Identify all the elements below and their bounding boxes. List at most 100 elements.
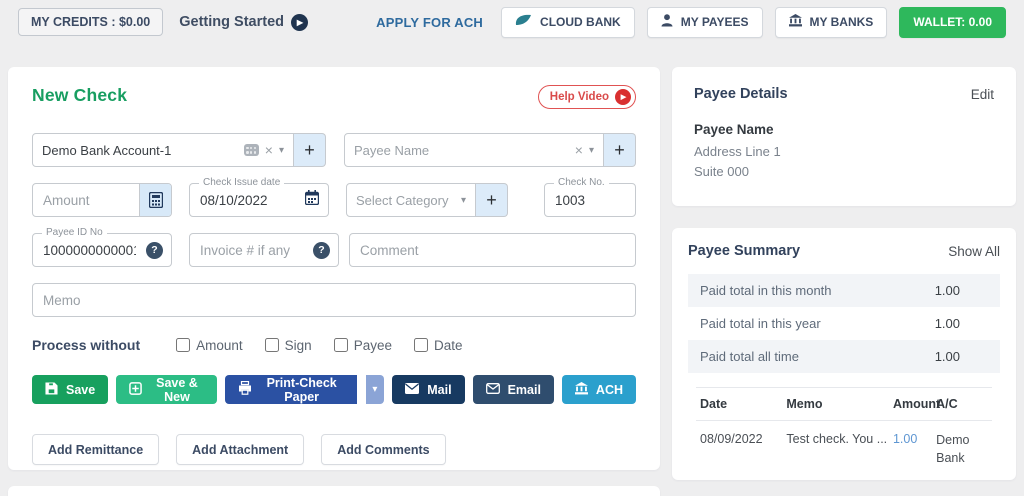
left-column: New Check Help Video ▶ Demo Bank Account… xyxy=(8,67,660,496)
calculator-icon[interactable] xyxy=(139,184,171,216)
issue-date-label: Check Issue date xyxy=(199,177,285,188)
process-without-sign-checkbox[interactable]: Sign xyxy=(264,337,312,353)
ach-button[interactable]: ACH xyxy=(561,375,637,404)
clear-icon[interactable]: × xyxy=(265,143,273,157)
payee-select[interactable]: Payee Name × ▾ xyxy=(344,133,604,167)
my-banks-label: MY BANKS xyxy=(809,15,874,29)
total-row: Paid total all time 1.00 xyxy=(688,340,1000,373)
comment-field xyxy=(349,233,636,267)
checkbox[interactable] xyxy=(413,338,428,352)
chevron-down-icon[interactable]: ▾ xyxy=(461,195,466,206)
add-payee-button[interactable]: + xyxy=(604,133,636,167)
getting-started-label: Getting Started xyxy=(179,14,284,30)
clear-icon[interactable]: × xyxy=(575,143,583,157)
table-header: Date Memo Amount A/C xyxy=(696,387,992,421)
process-without-date-checkbox[interactable]: Date xyxy=(413,338,463,353)
payee-id-label: Payee ID No xyxy=(42,227,107,238)
bank-icon xyxy=(788,14,802,30)
add-comments-button[interactable]: Add Comments xyxy=(321,434,446,465)
show-all-link[interactable]: Show All xyxy=(948,244,1000,259)
cell-amount[interactable]: 1.00 xyxy=(893,432,936,467)
my-payees-button[interactable]: MY PAYEES xyxy=(646,6,763,38)
getting-started-link[interactable]: Getting Started ▶ xyxy=(179,13,308,31)
bank-account-select[interactable]: Demo Bank Account-1 × ▾ xyxy=(32,133,294,167)
calendar-icon[interactable] xyxy=(304,190,320,210)
total-value: 1.00 xyxy=(934,349,960,364)
checkbox[interactable] xyxy=(176,338,191,352)
amount-field xyxy=(32,183,172,217)
wallet-button[interactable]: WALLET: 0.00 xyxy=(899,6,1006,38)
my-payees-label: MY PAYEES xyxy=(680,15,749,29)
chevron-down-icon[interactable]: ▾ xyxy=(589,145,594,156)
page-title: New Check xyxy=(32,85,128,105)
account-number-icon xyxy=(243,144,259,156)
play-icon: ▶ xyxy=(291,13,308,31)
invoice-field: ? xyxy=(189,233,339,267)
my-credits-chip[interactable]: MY CREDITS : $0.00 xyxy=(18,8,164,36)
process-without-label: Process without xyxy=(32,337,141,353)
cell-date: 08/09/2022 xyxy=(700,432,763,446)
add-category-button[interactable]: + xyxy=(476,183,508,217)
printer-icon xyxy=(238,380,252,398)
memo-input[interactable] xyxy=(33,284,635,316)
help-video-label: Help Video xyxy=(549,91,609,103)
person-icon xyxy=(661,14,673,30)
main-content: New Check Help Video ▶ Demo Bank Account… xyxy=(0,44,1024,496)
cell-account: Demo Bank xyxy=(936,433,970,465)
print-check-button[interactable]: Print-Check Paper xyxy=(224,375,357,404)
amount-input[interactable] xyxy=(33,184,139,216)
invoice-input[interactable] xyxy=(190,234,313,266)
right-column: Payee Details Edit Payee Name Address Li… xyxy=(672,67,1016,480)
play-icon: ▶ xyxy=(615,89,631,105)
chevron-down-icon[interactable]: ▾ xyxy=(279,145,284,156)
comment-input[interactable] xyxy=(350,234,635,266)
col-memo: Memo xyxy=(786,397,823,411)
save-and-new-label: Save & New xyxy=(156,375,198,404)
payee-address-line1: Address Line 1 xyxy=(694,144,781,159)
category-select[interactable]: Select Category ▾ xyxy=(346,183,476,217)
total-row: Paid total in this year 1.00 xyxy=(688,307,1000,340)
help-video-button[interactable]: Help Video ▶ xyxy=(537,85,636,109)
add-bank-button[interactable]: + xyxy=(294,133,326,167)
save-icon xyxy=(45,381,58,398)
checkbox[interactable] xyxy=(264,338,279,352)
my-banks-button[interactable]: MY BANKS xyxy=(774,6,888,38)
email-button[interactable]: Email xyxy=(472,375,554,404)
total-label: Paid total in this month xyxy=(700,283,832,298)
new-check-card: New Check Help Video ▶ Demo Bank Account… xyxy=(8,67,660,470)
process-without-amount-checkbox[interactable]: Amount xyxy=(176,338,243,353)
payee-id-input[interactable] xyxy=(33,234,146,266)
topbar: MY CREDITS : $0.00 Getting Started ▶ APP… xyxy=(0,0,1024,44)
envelope-icon xyxy=(405,382,420,397)
payee-summary-title: Payee Summary xyxy=(688,243,801,259)
add-remittance-button[interactable]: Add Remittance xyxy=(32,434,160,465)
col-account: A/C xyxy=(936,397,958,411)
save-label: Save xyxy=(66,382,96,397)
checkbox[interactable] xyxy=(333,338,348,352)
bank-icon xyxy=(574,381,588,398)
cloud-bank-button[interactable]: CLOUD BANK xyxy=(501,6,635,38)
help-icon[interactable]: ? xyxy=(313,241,330,259)
total-value: 1.00 xyxy=(934,316,960,331)
checkbox-label: Sign xyxy=(284,337,312,353)
check-no-input[interactable] xyxy=(545,184,635,216)
edit-payee-link[interactable]: Edit xyxy=(971,87,994,102)
process-without-payee-checkbox[interactable]: Payee xyxy=(333,338,392,353)
mail-button[interactable]: Mail xyxy=(392,375,465,404)
help-icon[interactable]: ? xyxy=(146,241,163,259)
print-check-label: Print-Check Paper xyxy=(266,375,337,404)
save-and-new-button[interactable]: Save & New xyxy=(116,375,217,404)
add-attachment-button[interactable]: Add Attachment xyxy=(176,434,305,465)
cloud-bank-icon xyxy=(515,14,532,30)
payee-id-field: Payee ID No ? xyxy=(32,227,172,267)
print-options-dropdown[interactable]: ▾ xyxy=(365,375,385,404)
apply-for-ach-link[interactable]: APPLY FOR ACH xyxy=(376,15,483,30)
email-label: Email xyxy=(507,382,541,397)
memo-field xyxy=(32,283,636,317)
issue-date-input[interactable] xyxy=(190,184,305,216)
save-button[interactable]: Save xyxy=(32,375,109,404)
wallet-label: WALLET: 0.00 xyxy=(913,15,992,29)
table-row: 08/09/2022 Test check. You ... 1.00 Demo… xyxy=(696,421,992,478)
topbar-right: APPLY FOR ACH CLOUD BANK MY PAYEES MY BA… xyxy=(376,6,1006,38)
issue-date-field: Check Issue date xyxy=(189,177,329,217)
